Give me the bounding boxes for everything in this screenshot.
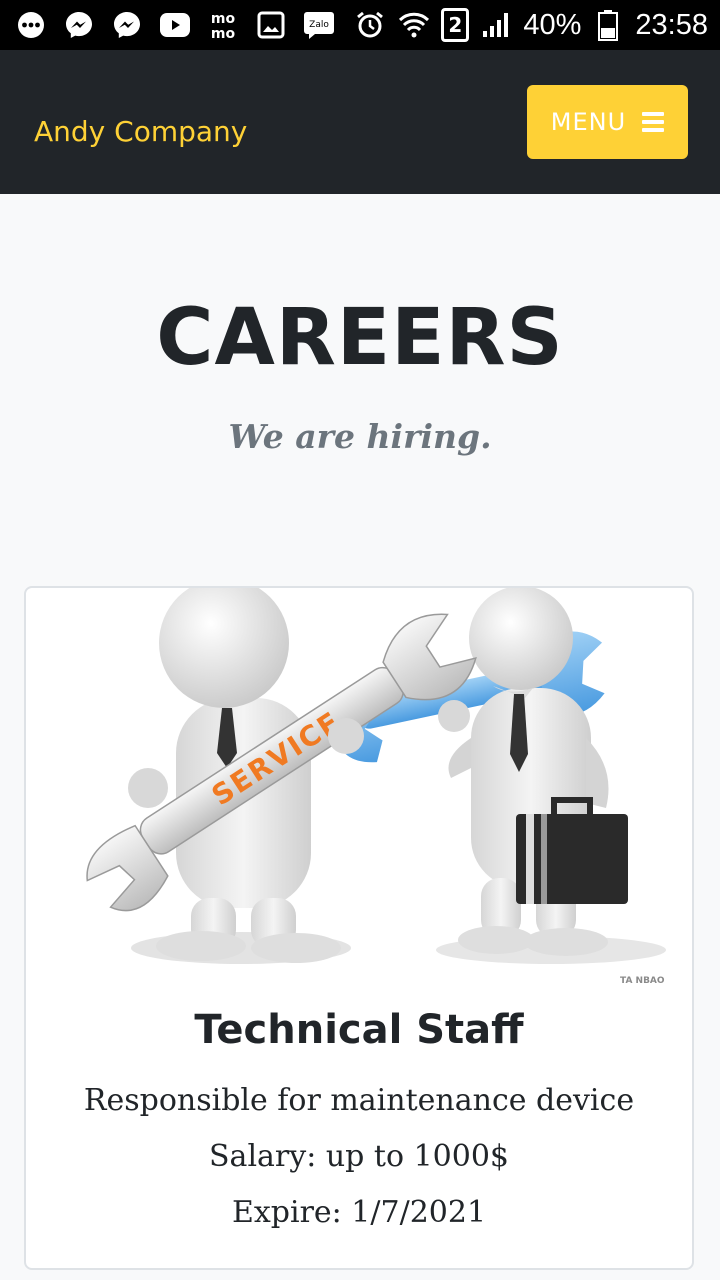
page-title: CAREERS	[156, 293, 564, 383]
zalo-icon: Zalo	[302, 8, 336, 42]
job-expire: Expire: 1/7/2021	[231, 1195, 487, 1230]
more-dots-icon	[14, 8, 48, 42]
youtube-icon	[158, 8, 192, 42]
momo-icon: mo mo	[206, 8, 240, 42]
job-card[interactable]: SERVICE TA NBAO Technical Staff Responsi…	[24, 586, 694, 1270]
job-salary: Salary: up to 1000$	[209, 1139, 509, 1174]
sim-slot-badge: 2	[441, 8, 470, 42]
navbar: Andy Company MENU	[0, 50, 720, 194]
messenger-icon	[62, 8, 96, 42]
zalo-text: Zalo	[309, 20, 329, 30]
page-subtitle: We are hiring.	[228, 417, 492, 456]
menu-button[interactable]: MENU	[527, 85, 688, 159]
battery-icon	[591, 8, 625, 42]
momo-text-bottom: mo	[211, 26, 236, 41]
system-status: 2 40% 23:58	[353, 6, 708, 44]
signal-icon	[479, 8, 513, 42]
image-watermark: TA NBAO	[620, 976, 665, 986]
job-description: Responsible for maintenance device	[83, 1083, 635, 1118]
wifi-icon	[397, 8, 431, 42]
menu-label: MENU	[550, 108, 627, 136]
notification-icons: mo mo Zalo	[14, 8, 336, 42]
hamburger-icon	[642, 112, 665, 132]
alarm-icon	[353, 8, 387, 42]
gallery-icon	[254, 8, 288, 42]
clock: 23:58	[635, 8, 708, 41]
service-illustration: SERVICE TA NBAO	[86, 588, 666, 986]
momo-text-top: mo	[211, 11, 236, 27]
job-title: Technical Staff	[194, 1007, 524, 1053]
status-bar: mo mo Zalo 2 40% 23:58	[0, 0, 720, 50]
messenger-icon	[110, 8, 144, 42]
brand-link[interactable]: Andy Company	[34, 114, 247, 150]
battery-percent: 40%	[523, 8, 582, 41]
